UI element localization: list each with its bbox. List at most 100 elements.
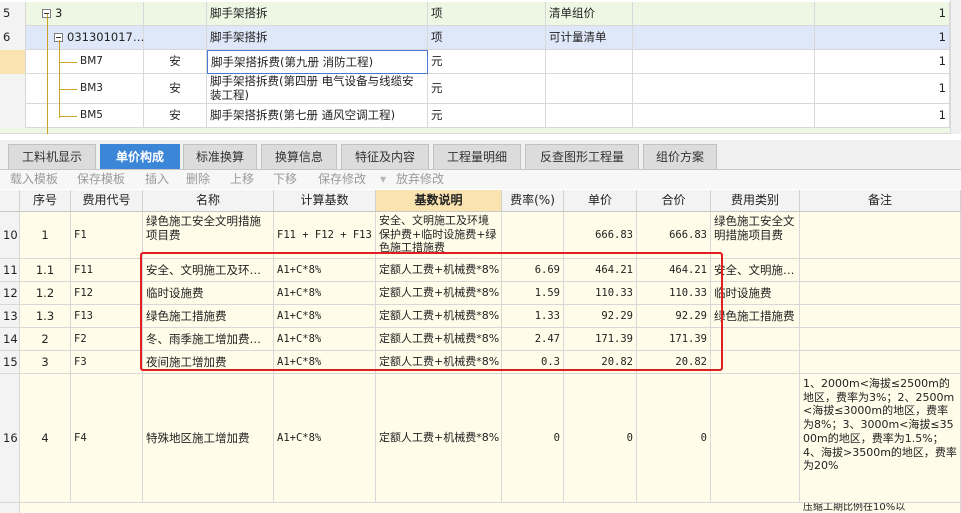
type-cell[interactable]: 可计量清单 bbox=[546, 26, 633, 50]
header-total[interactable]: 合价 bbox=[637, 190, 711, 212]
price-cell[interactable]: 464.21 bbox=[564, 259, 637, 282]
name-cell[interactable]: 安全、文明施工及环… bbox=[143, 259, 274, 282]
note-cell[interactable] bbox=[800, 328, 961, 351]
total-cell[interactable]: 171.39 bbox=[637, 328, 711, 351]
header-base[interactable]: 计算基数 bbox=[274, 190, 376, 212]
qty-cell[interactable]: 1 bbox=[815, 26, 950, 50]
header-note[interactable]: 备注 bbox=[800, 190, 961, 212]
rate-cell[interactable]: 1.33 bbox=[502, 305, 564, 328]
total-cell[interactable]: 666.83 bbox=[637, 212, 711, 259]
price-cell[interactable]: 20.82 bbox=[564, 351, 637, 374]
category-cell[interactable] bbox=[711, 351, 800, 374]
desc-cell[interactable]: 定额人工费+机械费*8% bbox=[376, 282, 502, 305]
tree-row[interactable]: BM3 安 脚手架搭拆费(第四册 电气设备与线缆安装工程) 元 1 bbox=[0, 74, 961, 104]
note-cell[interactable] bbox=[800, 351, 961, 374]
total-cell[interactable]: 464.21 bbox=[637, 259, 711, 282]
seq-cell[interactable]: 4 bbox=[20, 374, 71, 503]
discard-changes-button[interactable]: 放弃修改 bbox=[396, 171, 444, 187]
desc-cell[interactable]: 定额人工费+机械费*8% bbox=[376, 259, 502, 282]
seq-cell[interactable]: 3 bbox=[20, 351, 71, 374]
base-cell[interactable]: A1+C*8% bbox=[274, 305, 376, 328]
price-cell[interactable]: 666.83 bbox=[564, 212, 637, 259]
tab-unit-price-composition[interactable]: 单价构成 bbox=[100, 144, 180, 169]
save-changes-button[interactable]: 保存修改 bbox=[318, 171, 366, 187]
name-cell[interactable]: 脚手架搭拆 bbox=[207, 2, 428, 26]
tree-row[interactable]: 6 031301017… 脚手架搭拆 项 可计量清单 1 bbox=[0, 26, 961, 50]
desc-cell[interactable]: 安全、文明施工及环境保护费+临时设施费+绿色施工措施费 bbox=[376, 212, 502, 259]
header-code[interactable]: 费用代号 bbox=[71, 190, 143, 212]
note-cell[interactable] bbox=[800, 282, 961, 305]
name-cell[interactable]: 脚手架搭拆 bbox=[207, 26, 428, 50]
note-cell[interactable] bbox=[800, 305, 961, 328]
desc-cell[interactable]: 定额人工费+机械费*8% bbox=[376, 374, 502, 503]
name-cell[interactable]: 脚手架搭拆费(第四册 电气设备与线缆安装工程) bbox=[207, 74, 428, 104]
code-cell[interactable]: F11 bbox=[71, 259, 143, 282]
name-cell[interactable]: 脚手架搭拆费(第九册 消防工程) bbox=[207, 50, 428, 74]
price-cell[interactable]: 92.29 bbox=[564, 305, 637, 328]
note-cell[interactable] bbox=[800, 259, 961, 282]
tab-labor-material-machine[interactable]: 工料机显示 bbox=[8, 144, 96, 169]
code-cell[interactable]: F4 bbox=[71, 374, 143, 503]
note-cell[interactable]: 1、2000m<海拔≤2500m的地区，费率为3%；2、2500m<海拔≤300… bbox=[800, 374, 961, 503]
unit-cell[interactable]: 项 bbox=[428, 26, 546, 50]
category-cell[interactable] bbox=[711, 328, 800, 351]
code-cell[interactable]: F13 bbox=[71, 305, 143, 328]
name-cell[interactable]: 绿色施工措施费 bbox=[143, 305, 274, 328]
header-seq[interactable]: 序号 bbox=[20, 190, 71, 212]
save-template-button[interactable]: 保存模板 bbox=[77, 171, 125, 187]
header-category[interactable]: 费用类别 bbox=[711, 190, 800, 212]
tree-row[interactable]: 5 3 脚手架搭拆 项 清单组价 1 bbox=[0, 2, 961, 26]
total-cell[interactable]: 92.29 bbox=[637, 305, 711, 328]
base-cell[interactable]: A1+C*8% bbox=[274, 351, 376, 374]
qty-cell[interactable]: 1 bbox=[815, 50, 950, 74]
move-up-button[interactable]: 上移 bbox=[230, 171, 254, 187]
name-cell[interactable]: 夜间施工增加费 bbox=[143, 351, 274, 374]
delete-button[interactable]: 删除 bbox=[186, 171, 210, 187]
note-cell[interactable] bbox=[800, 212, 961, 259]
header-name[interactable]: 名称 bbox=[143, 190, 274, 212]
desc-cell[interactable]: 定额人工费+机械费*8% bbox=[376, 305, 502, 328]
header-base-desc[interactable]: 基数说明 bbox=[376, 190, 502, 212]
base-cell[interactable]: A1+C*8% bbox=[274, 259, 376, 282]
rate-cell[interactable]: 0 bbox=[502, 374, 564, 503]
code-cell[interactable]: F1 bbox=[71, 212, 143, 259]
name-cell[interactable]: 冬、雨季施工增加费… bbox=[143, 328, 274, 351]
price-cell[interactable]: 0 bbox=[564, 374, 637, 503]
qty-cell[interactable]: 1 bbox=[815, 74, 950, 104]
code-cell[interactable]: F3 bbox=[71, 351, 143, 374]
category-cell[interactable]: 临时设施费 bbox=[711, 282, 800, 305]
name-cell[interactable]: 临时设施费 bbox=[143, 282, 274, 305]
code-cell[interactable]: F12 bbox=[71, 282, 143, 305]
price-cell[interactable]: 171.39 bbox=[564, 328, 637, 351]
base-cell[interactable]: A1+C*8% bbox=[274, 374, 376, 503]
tab-quantity-details[interactable]: 工程量明细 bbox=[433, 144, 521, 169]
category-cell[interactable]: 绿色施工措施费 bbox=[711, 305, 800, 328]
tree-code-cell[interactable]: BM5 bbox=[26, 104, 144, 128]
total-cell[interactable]: 20.82 bbox=[637, 351, 711, 374]
desc-cell[interactable]: 定额人工费+机械费*8% bbox=[376, 351, 502, 374]
rate-cell[interactable]: 1.59 bbox=[502, 282, 564, 305]
tab-reverse-lookup-quantity[interactable]: 反查图形工程量 bbox=[525, 144, 639, 169]
tree-code-cell[interactable]: BM7 bbox=[26, 50, 144, 74]
type-cell[interactable]: 清单组价 bbox=[546, 2, 633, 26]
base-cell[interactable]: F11 + F12 + F13 bbox=[274, 212, 376, 259]
header-rate[interactable]: 费率(%) bbox=[502, 190, 564, 212]
tree-row[interactable]: BM5 安 脚手架搭拆费(第七册 通风空调工程) 元 1 bbox=[0, 104, 961, 128]
tree-row[interactable]: BM7 安 脚手架搭拆费(第九册 消防工程) 元 1 bbox=[0, 50, 961, 74]
category-cell[interactable]: 安全、文明施… bbox=[711, 259, 800, 282]
unit-cell[interactable]: 元 bbox=[428, 50, 546, 74]
tree-code-cell[interactable]: BM3 bbox=[26, 74, 144, 104]
unit-cell[interactable]: 元 bbox=[428, 104, 546, 128]
move-down-button[interactable]: 下移 bbox=[273, 171, 297, 187]
tree-scrollbar[interactable] bbox=[950, 0, 961, 134]
tab-features-content[interactable]: 特征及内容 bbox=[341, 144, 429, 169]
name-cell[interactable]: 绿色施工安全文明措施项目费 bbox=[143, 212, 274, 259]
insert-button[interactable]: 插入 bbox=[145, 171, 169, 187]
tab-conversion-info[interactable]: 换算信息 bbox=[261, 144, 337, 169]
tree-code-cell[interactable]: 031301017… bbox=[26, 26, 144, 50]
base-cell[interactable]: A1+C*8% bbox=[274, 282, 376, 305]
category-cell[interactable]: 绿色施工安全文明措施项目费 bbox=[711, 212, 800, 259]
load-template-button[interactable]: 载入模板 bbox=[10, 171, 58, 187]
tab-pricing-scheme[interactable]: 组价方案 bbox=[643, 144, 717, 169]
price-cell[interactable]: 110.33 bbox=[564, 282, 637, 305]
